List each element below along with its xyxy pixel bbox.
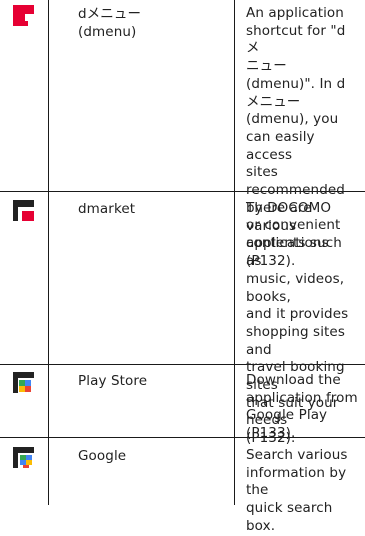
- row-description-play-store: Download the application from Google Pla…: [246, 372, 358, 442]
- table-border-middle: [234, 0, 235, 505]
- row-description-google: Search various information by the quick …: [246, 447, 348, 534]
- app-list-table: dメニュー (dmenu) An application shortcut fo…: [0, 0, 365, 534]
- row-name-google: Google: [78, 448, 127, 464]
- play-store-icon: [13, 372, 34, 393]
- google-icon: [13, 447, 34, 468]
- dmenu-icon: [13, 5, 34, 26]
- table-border-left: [48, 0, 49, 505]
- row-name-dmarket: dmarket: [78, 201, 136, 217]
- row-name-play-store: Play Store: [78, 373, 148, 389]
- row-name-dmenu: dメニュー (dmenu): [78, 6, 142, 40]
- dmarket-icon: [13, 200, 34, 221]
